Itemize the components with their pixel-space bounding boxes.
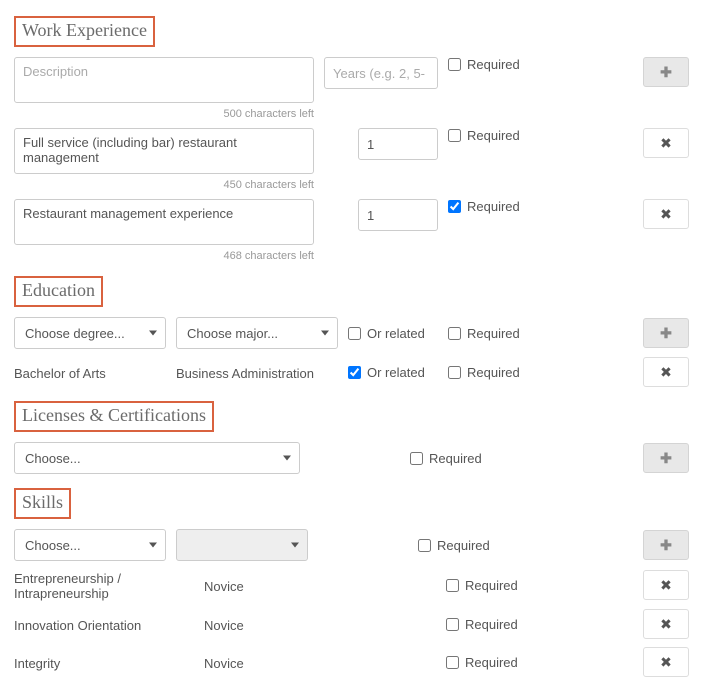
or-related-checkbox[interactable] — [348, 327, 361, 340]
or-related-checkbox[interactable] — [348, 366, 361, 379]
required-label: Required — [467, 326, 520, 341]
work-exp-row: 468 characters left Required ✖ — [14, 199, 689, 262]
skill-template-row: Choose... Required ✚ — [14, 529, 689, 561]
required-label: Required — [467, 128, 520, 143]
required-label: Required — [465, 578, 518, 593]
remove-button[interactable]: ✖ — [643, 128, 689, 158]
work-desc-input[interactable] — [14, 199, 314, 245]
required-checkbox[interactable] — [410, 452, 423, 465]
add-button[interactable]: ✚ — [643, 530, 689, 560]
required-label: Required — [467, 57, 520, 72]
required-checkbox[interactable] — [448, 200, 461, 213]
chevron-down-icon — [321, 331, 329, 336]
select-value: Choose degree... — [25, 326, 125, 341]
chevron-down-icon — [291, 543, 299, 548]
add-button[interactable]: ✚ — [643, 318, 689, 348]
skill-name: Innovation Orientation — [14, 616, 194, 633]
required-checkbox[interactable] — [448, 327, 461, 340]
close-icon: ✖ — [660, 654, 672, 671]
plus-icon: ✚ — [660, 64, 672, 81]
required-checkbox[interactable] — [448, 129, 461, 142]
remove-button[interactable]: ✖ — [643, 647, 689, 677]
required-label: Required — [437, 538, 490, 553]
years-input[interactable] — [324, 57, 438, 89]
required-checkbox[interactable] — [448, 58, 461, 71]
remove-button[interactable]: ✖ — [643, 570, 689, 600]
license-select[interactable]: Choose... — [14, 442, 300, 474]
remove-button[interactable]: ✖ — [643, 357, 689, 387]
education-row: Bachelor of Arts Business Administration… — [14, 357, 689, 387]
skill-level: Novice — [204, 577, 336, 594]
remove-button[interactable]: ✖ — [643, 199, 689, 229]
section-title-work-experience: Work Experience — [14, 16, 155, 47]
section-title-education: Education — [14, 276, 103, 307]
required-label: Required — [465, 655, 518, 670]
required-checkbox[interactable] — [418, 539, 431, 552]
remove-button[interactable]: ✖ — [643, 609, 689, 639]
work-desc-input[interactable] — [14, 128, 314, 174]
skill-level: Novice — [204, 654, 336, 671]
required-label: Required — [467, 365, 520, 380]
plus-icon: ✚ — [660, 450, 672, 467]
degree-text: Bachelor of Arts — [14, 364, 166, 381]
education-template-row: Choose degree... Choose major... Or rela… — [14, 317, 689, 349]
license-template-row: Choose... Required ✚ — [14, 442, 689, 474]
work-exp-template-row: 500 characters left Required ✚ — [14, 57, 689, 120]
chevron-down-icon — [149, 331, 157, 336]
major-select[interactable]: Choose major... — [176, 317, 338, 349]
charcount-text: 500 characters left — [14, 108, 314, 120]
charcount-text: 468 characters left — [14, 250, 314, 262]
section-title-licenses: Licenses & Certifications — [14, 401, 214, 432]
skill-row: Entrepreneurship / Intrapreneurship Novi… — [14, 569, 689, 601]
close-icon: ✖ — [660, 364, 672, 381]
work-desc-input[interactable] — [14, 57, 314, 103]
years-input[interactable] — [358, 128, 438, 160]
required-checkbox[interactable] — [446, 579, 459, 592]
skill-level: Novice — [204, 616, 336, 633]
close-icon: ✖ — [660, 616, 672, 633]
close-icon: ✖ — [660, 206, 672, 223]
major-text: Business Administration — [176, 364, 338, 381]
required-checkbox[interactable] — [446, 618, 459, 631]
skill-level-select[interactable] — [176, 529, 308, 561]
add-button[interactable]: ✚ — [643, 443, 689, 473]
plus-icon: ✚ — [660, 537, 672, 554]
select-value: Choose... — [25, 538, 81, 553]
or-related-label: Or related — [367, 326, 425, 341]
select-value: Choose... — [25, 451, 81, 466]
skill-name: Integrity — [14, 654, 194, 671]
required-label: Required — [429, 451, 482, 466]
work-exp-row: 450 characters left Required ✖ — [14, 128, 689, 191]
add-button[interactable]: ✚ — [643, 57, 689, 87]
chevron-down-icon — [283, 456, 291, 461]
skill-row: Integrity Novice Required ✖ — [14, 647, 689, 677]
skill-row: Innovation Orientation Novice Required ✖ — [14, 609, 689, 639]
or-related-label: Or related — [367, 365, 425, 380]
charcount-text: 450 characters left — [14, 179, 314, 191]
skill-select[interactable]: Choose... — [14, 529, 166, 561]
plus-icon: ✚ — [660, 325, 672, 342]
degree-select[interactable]: Choose degree... — [14, 317, 166, 349]
required-checkbox[interactable] — [448, 366, 461, 379]
close-icon: ✖ — [660, 577, 672, 594]
skill-name: Entrepreneurship / Intrapreneurship — [14, 569, 194, 601]
years-input[interactable] — [358, 199, 438, 231]
chevron-down-icon — [149, 543, 157, 548]
close-icon: ✖ — [660, 135, 672, 152]
required-label: Required — [467, 199, 520, 214]
required-label: Required — [465, 617, 518, 632]
required-checkbox[interactable] — [446, 656, 459, 669]
section-title-skills: Skills — [14, 488, 71, 519]
select-value: Choose major... — [187, 326, 278, 341]
